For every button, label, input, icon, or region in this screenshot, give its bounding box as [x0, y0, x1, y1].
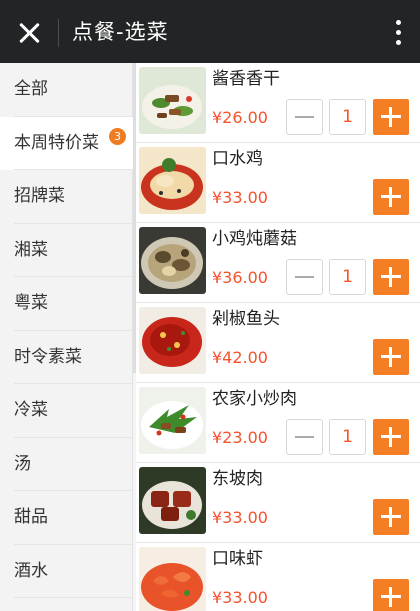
- dish-item: 剁椒鱼头 ¥42.00: [136, 303, 420, 383]
- category-signature[interactable]: 招牌菜: [0, 170, 132, 224]
- decrease-quantity-button[interactable]: [286, 419, 323, 455]
- category-all[interactable]: 全部: [0, 63, 132, 117]
- decrease-quantity-button[interactable]: [286, 99, 323, 135]
- dish-name: 小鸡炖蘑菇: [212, 229, 297, 249]
- category-label: 招牌菜: [14, 186, 65, 206]
- dish-list: 酱香香干 ¥26.00 1 口水鸡 ¥33.00 小鸡炖蘑菇 ¥36.00 1 …: [136, 63, 420, 611]
- category-sidebar: 全部 本周特价菜 3 招牌菜 湘菜 粤菜 时令素菜 冷菜 汤 甜品 酒水: [0, 63, 133, 611]
- dish-item: 口水鸡 ¥33.00: [136, 143, 420, 223]
- category-drinks[interactable]: 酒水: [0, 545, 132, 599]
- decrease-quantity-button[interactable]: [286, 259, 323, 295]
- quantity-value[interactable]: 1: [329, 99, 366, 135]
- category-label: 本周特价菜: [14, 132, 99, 153]
- dish-photo[interactable]: [139, 227, 206, 294]
- dish-item: 农家小炒肉 ¥23.00 1: [136, 383, 420, 463]
- category-soup[interactable]: 汤: [0, 438, 132, 492]
- dish-item: 酱香香干 ¥26.00 1: [136, 63, 420, 143]
- add-to-order-button[interactable]: [373, 99, 409, 135]
- add-to-order-button[interactable]: [373, 259, 409, 295]
- category-label: 湘菜: [14, 239, 48, 260]
- dish-name: 剁椒鱼头: [212, 309, 280, 329]
- dish-photo[interactable]: [139, 547, 206, 611]
- header-divider: [58, 19, 59, 47]
- dish-name: 酱香香干: [212, 69, 280, 89]
- dish-price: ¥33.00: [212, 188, 268, 207]
- category-weekly-special[interactable]: 本周特价菜 3: [0, 116, 133, 170]
- category-cantonese[interactable]: 粤菜: [0, 277, 132, 331]
- category-label: 冷菜: [14, 400, 48, 420]
- dish-name: 口水鸡: [212, 149, 263, 169]
- dish-item: 小鸡炖蘑菇 ¥36.00 1: [136, 223, 420, 303]
- category-hunan[interactable]: 湘菜: [0, 224, 132, 278]
- category-label: 粤菜: [14, 293, 48, 313]
- add-to-order-button[interactable]: [373, 179, 409, 215]
- dish-price: ¥23.00: [212, 428, 268, 447]
- dish-photo[interactable]: [139, 387, 206, 454]
- add-to-order-button[interactable]: [373, 579, 409, 611]
- close-icon[interactable]: [14, 18, 44, 48]
- add-to-order-button[interactable]: [373, 419, 409, 455]
- dish-price: ¥42.00: [212, 348, 268, 367]
- dish-name: 农家小炒肉: [212, 389, 297, 409]
- count-badge: 3: [109, 127, 126, 145]
- dish-price: ¥33.00: [212, 588, 268, 607]
- quantity-value[interactable]: 1: [329, 419, 366, 455]
- quantity-value[interactable]: 1: [329, 259, 366, 295]
- dish-item: 东坡肉 ¥33.00: [136, 463, 420, 543]
- page-title: 点餐-选菜: [72, 20, 169, 44]
- dish-photo[interactable]: [139, 307, 206, 374]
- add-to-order-button[interactable]: [373, 339, 409, 375]
- dish-item: 口味虾 ¥33.00: [136, 543, 420, 611]
- category-label: 汤: [14, 453, 31, 474]
- category-seasonal-veg[interactable]: 时令素菜: [0, 331, 132, 385]
- add-to-order-button[interactable]: [373, 499, 409, 535]
- dish-price: ¥33.00: [212, 508, 268, 527]
- category-label: 全部: [14, 79, 48, 99]
- category-label: 甜品: [14, 507, 48, 527]
- dish-name: 东坡肉: [212, 469, 263, 489]
- category-cold-dishes[interactable]: 冷菜: [0, 384, 132, 438]
- category-label: 酒水: [14, 560, 48, 581]
- dish-photo[interactable]: [139, 467, 206, 534]
- dish-price: ¥26.00: [212, 108, 268, 127]
- category-dessert[interactable]: 甜品: [0, 491, 132, 545]
- dish-photo[interactable]: [139, 147, 206, 214]
- more-vertical-icon[interactable]: [390, 19, 406, 47]
- dish-name: 口味虾: [212, 549, 263, 569]
- dish-price: ¥36.00: [212, 268, 268, 287]
- app-header: 点餐-选菜: [0, 0, 420, 63]
- category-label: 时令素菜: [14, 346, 82, 367]
- dish-photo[interactable]: [139, 67, 206, 134]
